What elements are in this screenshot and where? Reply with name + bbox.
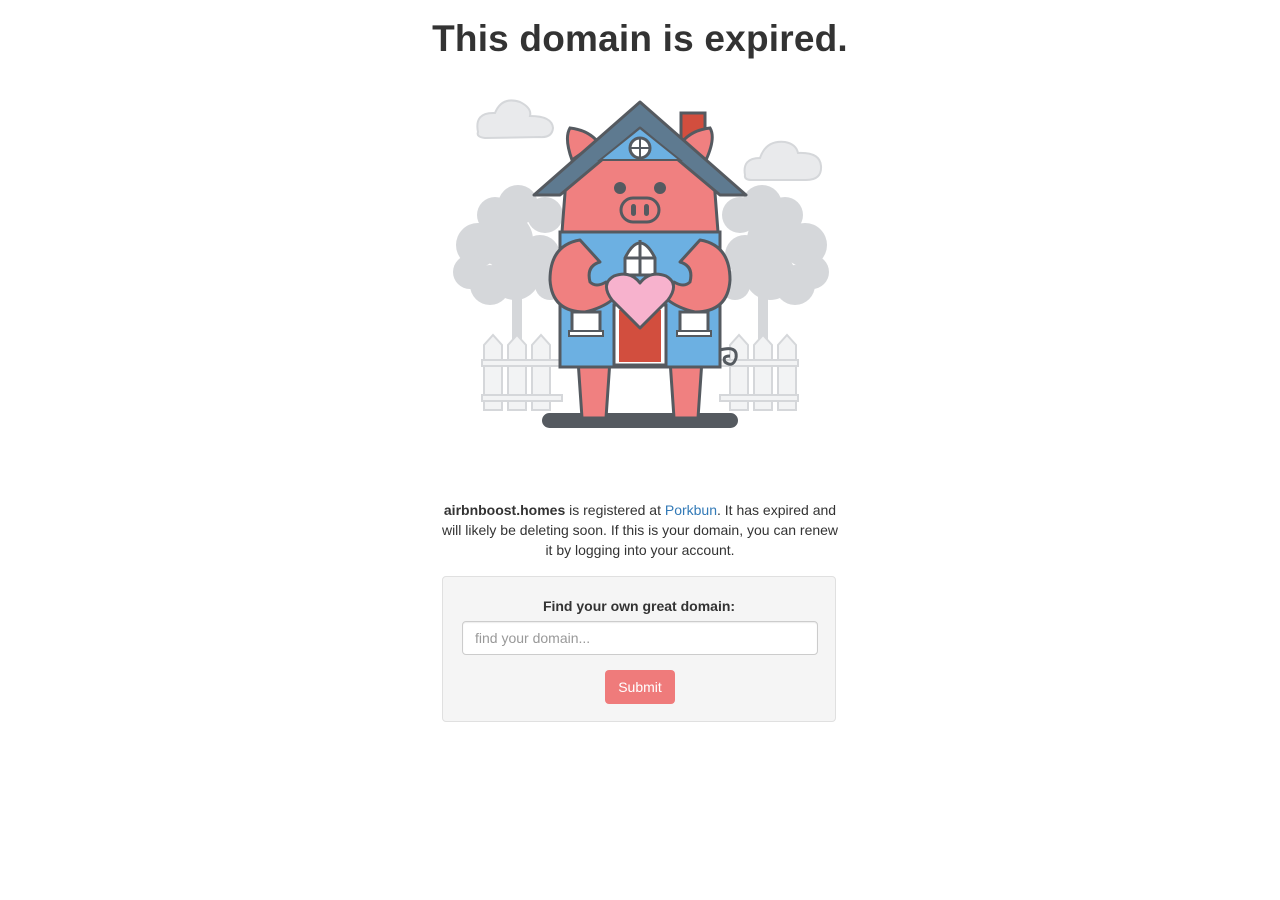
domain-search-input[interactable] [462,621,818,655]
search-label: Find your own great domain: [542,598,736,614]
tree-left [453,185,565,360]
cloud-right [743,140,823,181]
domain-name: airbnboost.homes [443,502,566,518]
fence-right [719,333,799,411]
registrar-link[interactable]: Porkbun [665,502,717,518]
page: This domain is expired. airbnboost.homes… [0,0,1280,900]
ground [542,413,738,428]
fence-left [481,333,563,411]
message-text-1: is registered at [565,502,665,518]
page-title: This domain is expired. [432,18,848,59]
expiry-message: airbnboost.homes is registered at Porkbu… [440,500,840,560]
pig-house-illustration [453,99,829,428]
cloud-left [476,99,555,140]
domain-search-panel: Find your own great domain: Submit [442,576,836,722]
tree-right [720,185,829,360]
submit-button[interactable]: Submit [605,670,675,704]
